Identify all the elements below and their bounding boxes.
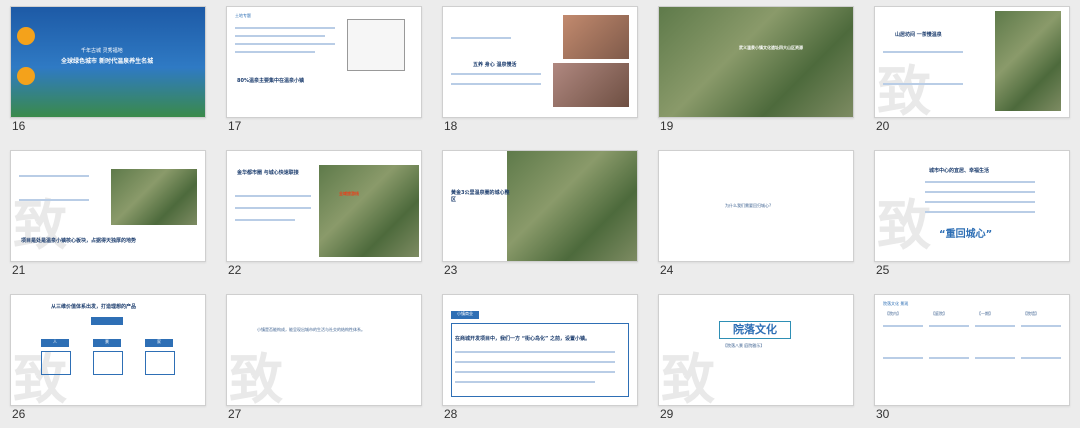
slide-number: 20 — [876, 119, 890, 133]
slide-subtitle: 千年古城 灵秀福地 — [81, 48, 123, 54]
slide-title: 在商城开发项目中，我们一方 “街心岛化” 之前，设置小镇。 — [455, 336, 591, 342]
slide-title: “重回城心” — [939, 229, 993, 240]
slide-title: 山居坊间 一茶慢温泉 — [895, 32, 942, 38]
slide-title: 黄金3公里温泉圈的城心整区 — [451, 190, 510, 203]
slide-thumbnail-29[interactable]: 致 院落文化 【院落八景 庭院雅乐】 29 — [648, 288, 864, 428]
slide-subtitle: 城市中心的宜居、幸福生活 — [929, 168, 990, 174]
slide-number: 26 — [12, 407, 26, 421]
slide-header: 院落文化 景观 — [883, 301, 909, 306]
slide-preview: 致 从三维价值体系出发，打造理想的产品 人 景 家 — [10, 294, 206, 406]
map-label: 全域旅游线 — [339, 191, 359, 196]
column-label: 【院内】 — [885, 311, 901, 316]
slide-title: 金华都市圈 与城心快速联接 — [237, 170, 299, 176]
slide-preview: 致 城市中心的宜居、幸福生活 “重回城心” — [874, 150, 1070, 262]
slide-preview: 五养 身心 温泉慢活 — [442, 6, 638, 118]
slide-number: 22 — [228, 263, 242, 277]
node-box: 景 — [93, 339, 121, 347]
slide-preview: 千年古城 灵秀福地 全球绿色城市 新时代温泉养生名城 — [10, 6, 206, 118]
root-node — [91, 317, 123, 325]
slide-title: 院落文化 — [719, 321, 791, 339]
slide-preview: 致 项目是处是温泉小镇核心板块，占据得天独厚的地势 — [10, 150, 206, 262]
slide-number: 19 — [660, 119, 674, 133]
column-label: 【院墙】 — [1023, 311, 1039, 316]
column-label: 【一期】 — [977, 311, 993, 316]
slide-number: 24 — [660, 263, 674, 277]
slide-title: 从三维价值体系出发，打造理想的产品 — [51, 304, 137, 310]
slide-number: 18 — [444, 119, 458, 133]
map-image — [111, 169, 197, 225]
slide-number: 29 — [660, 407, 674, 421]
slide-thumbnail-17[interactable]: 土地专题 80%温泉主要集中在温泉小镇 17 — [216, 0, 432, 140]
slide-subtitle: 【院落八景 庭院雅乐】 — [723, 343, 765, 348]
photo — [563, 15, 629, 59]
map-image — [507, 151, 637, 261]
slide-number: 28 — [444, 407, 458, 421]
slide-preview: 武义温泉小镇文化遗址四大山区资源 — [658, 6, 854, 118]
map-image — [995, 11, 1061, 111]
slide-title: 80%温泉主要集中在温泉小镇 — [237, 78, 304, 84]
map-image — [319, 165, 419, 257]
slide-preview: 致 院落文化 【院落八景 庭院雅乐】 — [658, 294, 854, 406]
slide-thumbnail-16[interactable]: 千年古城 灵秀福地 全球绿色城市 新时代温泉养生名城 16 — [0, 0, 216, 140]
slide-preview: 黄金3公里温泉圈的城心整区 — [442, 150, 638, 262]
slide-preview: 致 山居坊间 一茶慢温泉 — [874, 6, 1070, 118]
slide-preview: 金华都市圈 与城心快速联接 全域旅游线 — [226, 150, 422, 262]
slide-title: 为什么我们需要回归城心? — [725, 203, 772, 208]
section-tag: 小镇商业 — [451, 311, 479, 319]
detail-box — [41, 351, 71, 375]
slide-thumbnail-30[interactable]: 院落文化 景观 【院内】 【庭院】 【一期】 【院墙】 30 — [864, 288, 1080, 428]
slide-preview: 为什么我们需要回归城心? — [658, 150, 854, 262]
slide-thumbnail-25[interactable]: 致 城市中心的宜居、幸福生活 “重回城心” 25 — [864, 144, 1080, 284]
slide-number: 25 — [876, 263, 890, 277]
slide-preview: 院落文化 景观 【院内】 【庭院】 【一期】 【院墙】 — [874, 294, 1070, 406]
slide-title: 小镇是否能构成，能呈现出城市的生活与社交的结构性体系。 — [257, 327, 365, 332]
slide-title: 全球绿色城市 新时代温泉养生名城 — [61, 58, 154, 65]
slide-thumbnail-28[interactable]: 小镇商业 在商城开发项目中，我们一方 “街心岛化” 之前，设置小镇。 28 — [432, 288, 648, 428]
slide-thumbnail-19[interactable]: 武义温泉小镇文化遗址四大山区资源 19 — [648, 0, 864, 140]
slide-title: 武义温泉小镇文化遗址四大山区资源 — [739, 45, 803, 50]
slide-thumbnail-grid: 千年古城 灵秀福地 全球绿色城市 新时代温泉养生名城 16 土地专题 80%温泉… — [0, 0, 1080, 422]
slide-thumbnail-21[interactable]: 致 项目是处是温泉小镇核心板块，占据得天独厚的地势 21 — [0, 144, 216, 284]
slide-preview: 致 小镇是否能构成，能呈现出城市的生活与社交的结构性体系。 — [226, 294, 422, 406]
node-box: 家 — [145, 339, 173, 347]
photo — [553, 63, 629, 107]
node-box: 人 — [41, 339, 69, 347]
slide-thumbnail-23[interactable]: 黄金3公里温泉圈的城心整区 23 — [432, 144, 648, 284]
badge-circle — [17, 67, 35, 85]
slide-preview: 小镇商业 在商城开发项目中，我们一方 “街心岛化” 之前，设置小镇。 — [442, 294, 638, 406]
slide-preview: 土地专题 80%温泉主要集中在温泉小镇 — [226, 6, 422, 118]
detail-box — [145, 351, 175, 375]
badge-circle — [17, 27, 35, 45]
slide-thumbnail-22[interactable]: 金华都市圈 与城心快速联接 全域旅游线 22 — [216, 144, 432, 284]
slide-number: 30 — [876, 407, 890, 421]
slide-number: 17 — [228, 119, 242, 133]
slide-number: 16 — [12, 119, 26, 133]
slide-header: 土地专题 — [235, 13, 251, 18]
slide-number: 21 — [12, 263, 26, 277]
slide-thumbnail-18[interactable]: 五养 身心 温泉慢活 18 — [432, 0, 648, 140]
slide-thumbnail-24[interactable]: 为什么我们需要回归城心? 24 — [648, 144, 864, 284]
slide-number: 27 — [228, 407, 242, 421]
detail-box — [93, 351, 123, 375]
slide-thumbnail-20[interactable]: 致 山居坊间 一茶慢温泉 20 — [864, 0, 1080, 140]
slide-thumbnail-26[interactable]: 致 从三维价值体系出发，打造理想的产品 人 景 家 26 — [0, 288, 216, 428]
column-label: 【庭院】 — [931, 311, 947, 316]
slide-thumbnail-27[interactable]: 致 小镇是否能构成，能呈现出城市的生活与社交的结构性体系。 27 — [216, 288, 432, 428]
slide-number: 23 — [444, 263, 458, 277]
slide-title: 项目是处是温泉小镇核心板块，占据得天独厚的地势 — [21, 238, 137, 244]
map-sketch — [347, 19, 405, 71]
slide-title: 五养 身心 温泉慢活 — [473, 62, 517, 68]
